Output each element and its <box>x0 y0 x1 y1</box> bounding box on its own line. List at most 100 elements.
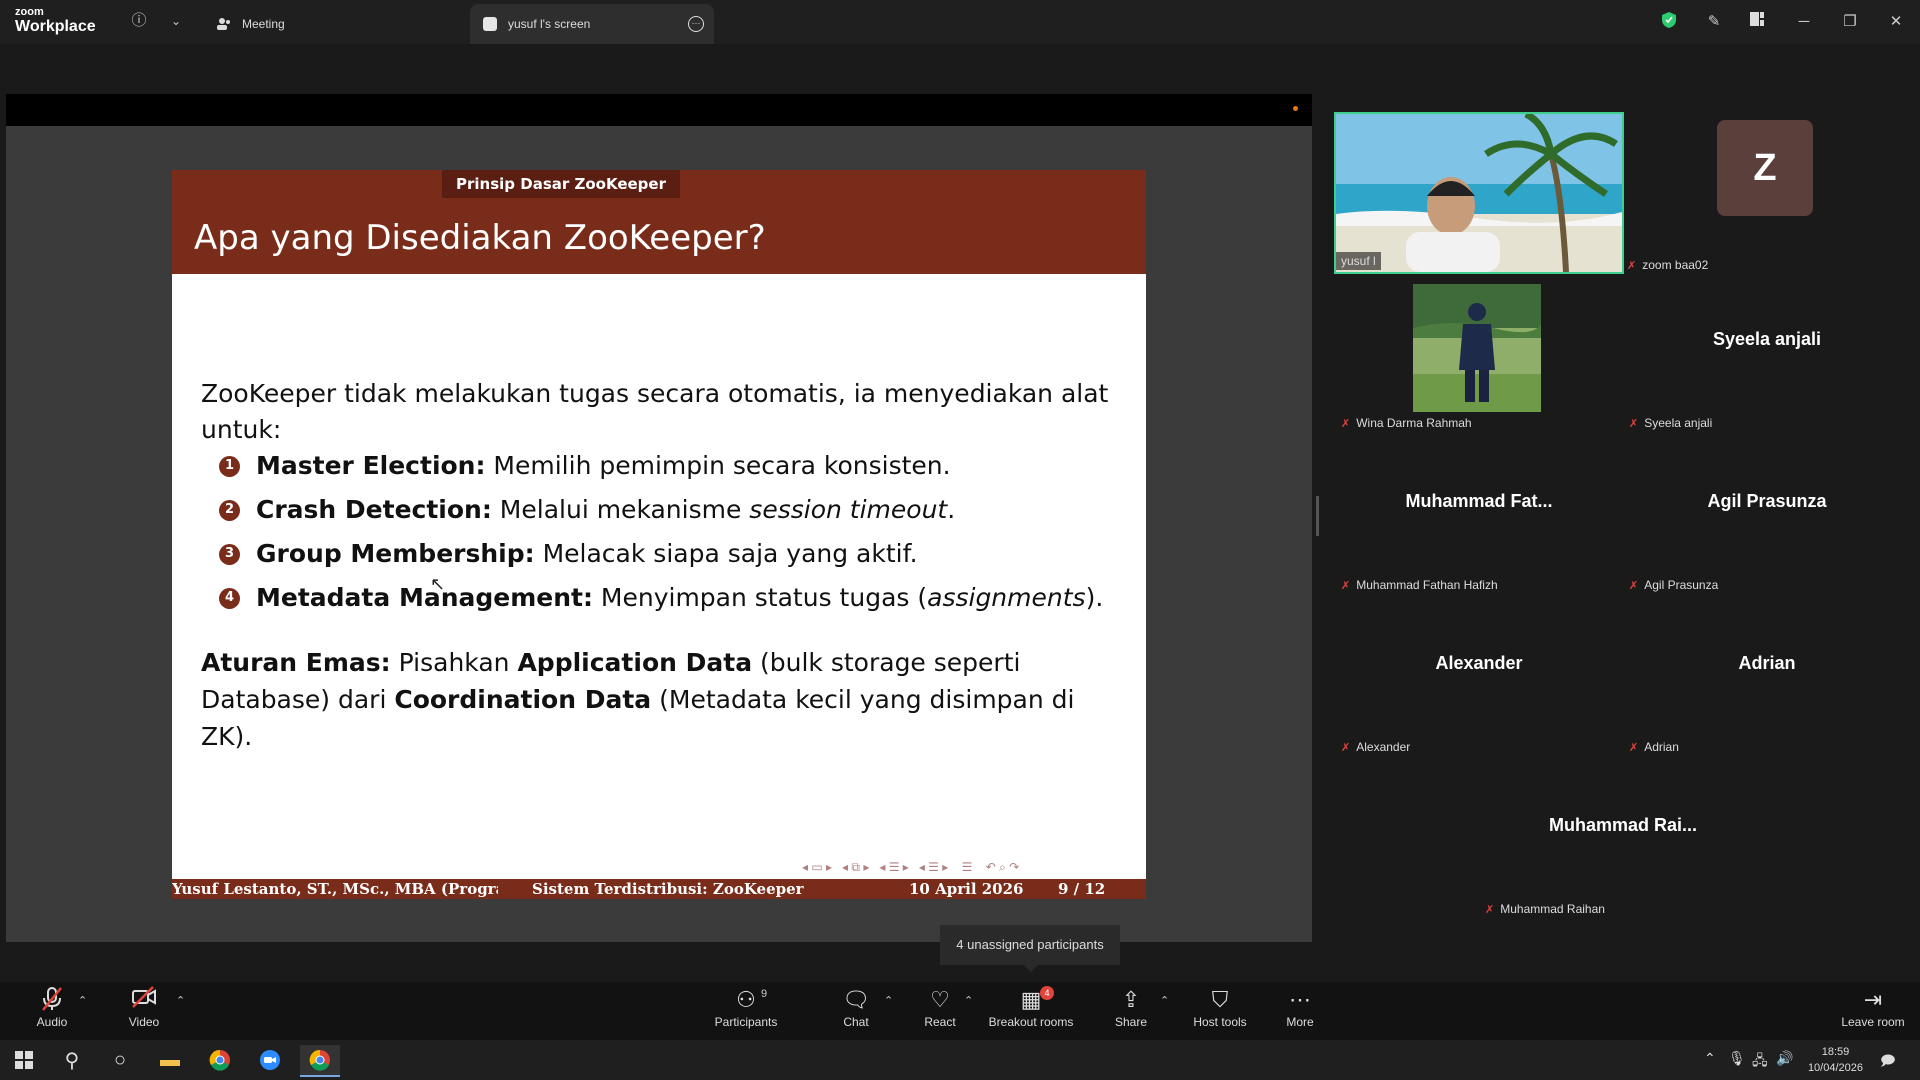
bullet-number: 3 <box>219 543 240 565</box>
bullet-text: Menyimpan status tugas ( <box>592 583 928 612</box>
participant-label: ✗ Agil Prasunza <box>1624 576 1723 594</box>
bullet-item: 2 Crash Detection: Melalui mekanisme ses… <box>219 488 1103 532</box>
microphone-icon[interactable]: 🎙 <box>1728 1050 1746 1067</box>
mouse-cursor-icon: ↖ <box>430 574 446 594</box>
participant-tile[interactable]: Syeela anjali ✗ Syeela anjali <box>1622 274 1912 434</box>
rule-bold: Application Data <box>517 648 753 677</box>
participant-display-name: Muhammad Rai... <box>1548 815 1698 835</box>
slide-section-title: Prinsip Dasar ZooKeeper <box>442 170 680 198</box>
host-tools-button[interactable]: ⛉ Host tools <box>1188 986 1252 1036</box>
slide-footer: Yusuf Lestanto, ST., MSc., MBA (Progra S… <box>172 879 1146 899</box>
meeting-toolbar: Audio ⌃ Video ⌃ ⚇ 9 Participants 🗨 Chat … <box>0 982 1920 1040</box>
search-icon[interactable]: ⚲ <box>52 1045 92 1075</box>
chevron-down-icon[interactable]: ⌄ <box>165 10 187 32</box>
zoom-app-icon[interactable] <box>250 1045 290 1075</box>
windows-start-icon[interactable] <box>4 1045 44 1075</box>
slide-nav-icons[interactable]: ◂ ▭ ▸ ◂ ⧉ ▸ ◂ ☰ ▸ ◂ ☰ ▸ ☰ ↶ ⌕ ↷ <box>802 860 1019 875</box>
mic-muted-icon <box>30 986 74 1014</box>
avatar: Z <box>1717 120 1813 216</box>
layout-icon[interactable] <box>1745 11 1769 33</box>
chat-options-caret-icon[interactable]: ⌃ <box>884 994 893 1007</box>
notifications-icon[interactable]: 🗩 <box>1880 1050 1896 1074</box>
audio-button[interactable]: Audio <box>30 986 74 1036</box>
leave-room-icon: ⇥ <box>1863 987 1883 1012</box>
participants-label: Participants <box>714 1015 778 1029</box>
bullet-term: Master Election: <box>256 451 486 480</box>
shield-icon[interactable] <box>1657 11 1681 33</box>
video-label: Video <box>128 1015 160 1029</box>
bullet-emphasis: assignments <box>927 583 1086 612</box>
participants-icon: ⚇ <box>736 987 756 1012</box>
react-label: React <box>924 1015 956 1029</box>
breakout-rooms-button[interactable]: ▦ 4 Breakout rooms <box>984 986 1078 1036</box>
bullet-text: Memilih pemimpin secara konsisten. <box>485 451 951 480</box>
file-explorer-icon[interactable]: ▬ <box>150 1045 190 1075</box>
footer-date: 10 April 2026 <box>909 880 1024 898</box>
participant-tile[interactable]: Agil Prasunza ✗ Agil Prasunza <box>1622 436 1912 596</box>
participant-display-name: Adrian <box>1738 653 1796 673</box>
footer-course: Sistem Terdistribusi: ZooKeeper <box>532 880 804 898</box>
video-off-icon <box>122 986 166 1014</box>
participant-tile[interactable]: Muhammad Rai... ✗ Muhammad Raihan <box>1478 760 1768 920</box>
rule-bold: Coordination Data <box>394 685 652 714</box>
leave-room-label: Leave room <box>1841 1015 1905 1029</box>
share-button[interactable]: ⇪ Share <box>1110 986 1152 1036</box>
chat-button[interactable]: 🗨 Chat <box>836 986 876 1036</box>
indicator-dot-icon <box>1293 106 1298 111</box>
participant-name: zoom baa02 <box>1642 258 1709 272</box>
task-view-icon[interactable]: ○ <box>100 1045 140 1075</box>
react-options-caret-icon[interactable]: ⌃ <box>964 994 973 1007</box>
logo-top-text: zoom <box>15 6 44 18</box>
mic-muted-icon: ✗ <box>1627 259 1637 272</box>
network-icon[interactable]: 🖧 <box>1752 1050 1768 1074</box>
more-options-icon[interactable]: ··· <box>688 16 704 32</box>
chrome-active-icon[interactable] <box>300 1045 340 1077</box>
slide-body: ZooKeeper tidak melakukan tugas secara o… <box>172 274 1146 874</box>
chat-icon: 🗨 <box>842 987 870 1012</box>
participant-tile[interactable]: Adrian ✗ Adrian <box>1622 598 1912 758</box>
tab-meeting-label: Meeting <box>242 17 285 31</box>
bullet-text: Melalui mekanisme <box>491 495 750 524</box>
participant-tile[interactable]: Muhammad Fat... ✗ Muhammad Fathan Hafizh <box>1334 436 1624 596</box>
tab-shared-screen[interactable]: yusuf l's screen ··· <box>470 4 714 44</box>
tray-chevron-icon[interactable]: ⌃ <box>1704 1050 1716 1067</box>
video-button[interactable]: Video <box>122 986 166 1036</box>
close-icon[interactable]: ✕ <box>1884 11 1908 33</box>
restore-icon[interactable]: ❐ <box>1838 11 1862 33</box>
participant-tile[interactable]: ✗ Wina Darma Rahmah <box>1334 274 1624 434</box>
bullet-number: 1 <box>219 455 240 477</box>
video-options-caret-icon[interactable]: ⌃ <box>176 994 185 1007</box>
bullet-item: 1 Master Election: Memilih pemimpin seca… <box>219 444 1103 488</box>
bullet-tail: ). <box>1085 583 1104 612</box>
participant-label: ✗ Syeela anjali <box>1624 414 1717 432</box>
more-button[interactable]: ⋯ More <box>1280 986 1320 1036</box>
leave-room-button[interactable]: ⇥ Leave room <box>1836 986 1910 1036</box>
slide-header: Prinsip Dasar ZooKeeper Apa yang Disedia… <box>172 170 1146 274</box>
golden-rule: Aturan Emas: Pisahkan Application Data (… <box>201 644 1131 755</box>
participant-label: ✗ Muhammad Raihan <box>1480 900 1610 918</box>
footer-page: 9 / 12 <box>1058 880 1106 898</box>
tab-meeting[interactable]: Meeting <box>216 4 466 44</box>
share-options-caret-icon[interactable]: ⌃ <box>1160 994 1169 1007</box>
chrome-icon[interactable] <box>200 1045 240 1075</box>
audio-options-caret-icon[interactable]: ⌃ <box>78 994 87 1007</box>
minimize-icon[interactable]: ─ <box>1792 11 1816 33</box>
participant-tile[interactable]: yusuf l <box>1334 112 1624 274</box>
bullet-term: Group Membership: <box>256 539 535 568</box>
participant-tile[interactable]: Alexander ✗ Alexander <box>1334 598 1624 758</box>
slide-title: Apa yang Disediakan ZooKeeper? <box>194 218 766 258</box>
info-icon[interactable]: ⓘ <box>128 10 150 32</box>
pen-icon[interactable]: ✎ <box>1702 11 1726 33</box>
participant-label: ✗ Adrian <box>1624 738 1684 756</box>
host-tools-label: Host tools <box>1193 1015 1247 1029</box>
system-clock[interactable]: 18:59 10/04/2026 <box>1808 1044 1863 1076</box>
bullet-term: Crash Detection: <box>256 495 492 524</box>
os-taskbar: ⚲ ○ ▬ ⌃ 🎙 🖧 🔊 18:59 10/04/2026 🗩 <box>0 1040 1920 1080</box>
clock-date: 10/04/2026 <box>1807 1062 1863 1074</box>
participant-display-name: Syeela anjali <box>1712 329 1822 349</box>
participant-tile[interactable]: Z ✗ zoom baa02 <box>1622 112 1912 272</box>
volume-icon[interactable]: 🔊 <box>1776 1050 1793 1067</box>
bullet-item: 4 Metadata Management: Menyimpan status … <box>219 576 1103 620</box>
participants-button[interactable]: ⚇ 9 Participants <box>706 986 786 1036</box>
react-button[interactable]: ♡ React <box>920 986 960 1036</box>
